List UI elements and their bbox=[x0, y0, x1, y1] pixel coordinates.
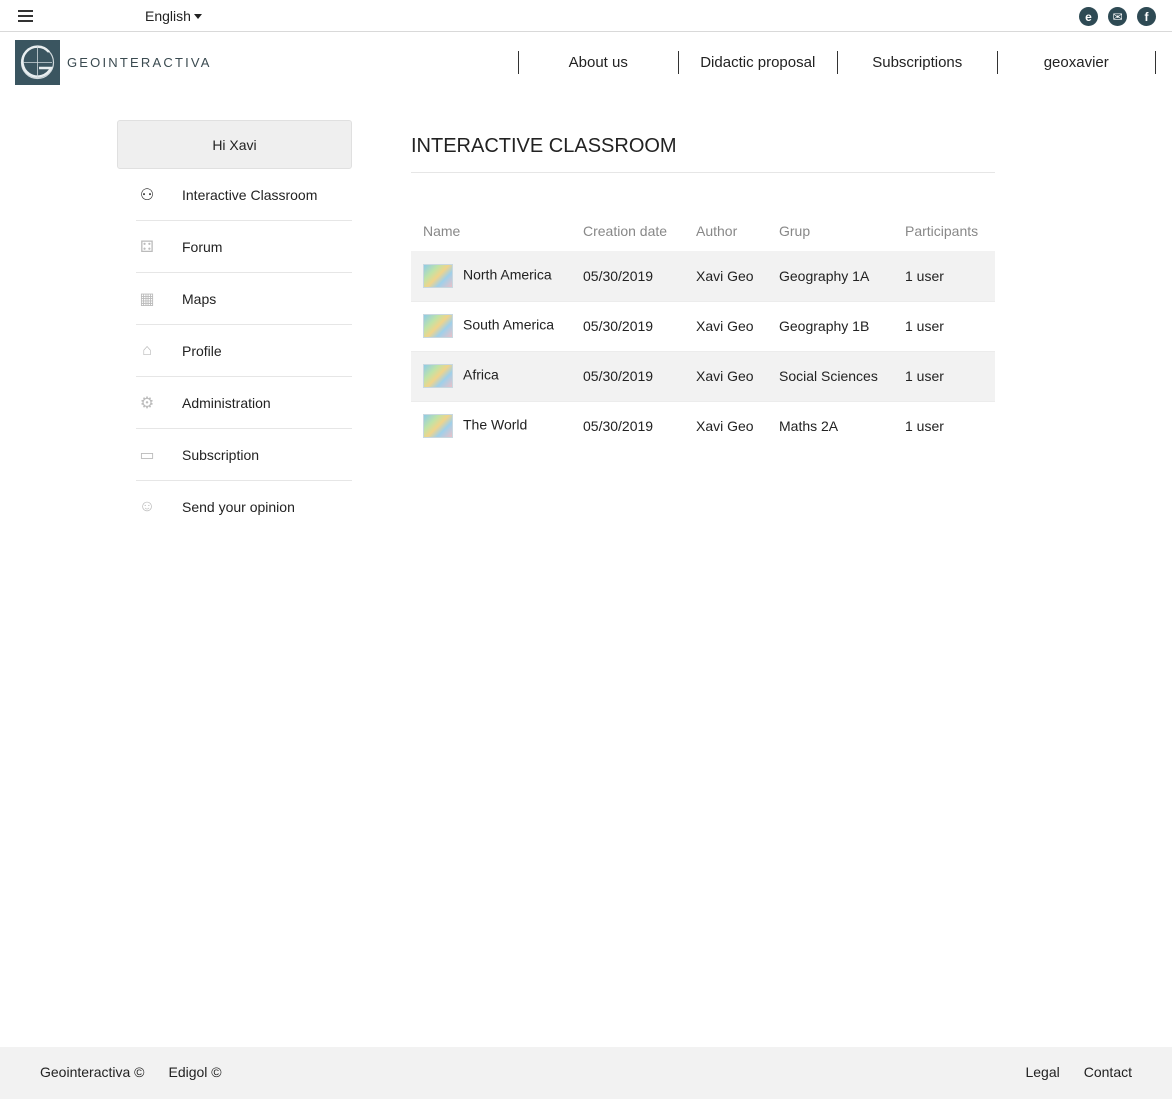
map-thumbnail-icon bbox=[423, 414, 453, 439]
main-nav: About us Didactic proposal Subscriptions… bbox=[518, 51, 1156, 74]
cell-name[interactable]: The World bbox=[411, 401, 571, 451]
e-icon[interactable]: e bbox=[1079, 7, 1098, 26]
cell-group: Social Sciences bbox=[767, 351, 893, 402]
cell-date: 05/30/2019 bbox=[571, 351, 684, 402]
sidebar-item-label: Subscription bbox=[182, 446, 260, 463]
nav-didactic-proposal[interactable]: Didactic proposal bbox=[677, 51, 838, 74]
column-header-group: Grup bbox=[779, 223, 811, 239]
sidebar-item-label: Interactive Classroom bbox=[182, 186, 318, 203]
footer-link-geointeractiva[interactable]: Geointeractiva © bbox=[40, 1064, 144, 1080]
cell-author: Xavi Geo bbox=[684, 301, 767, 352]
cell-name[interactable]: South America bbox=[411, 301, 571, 352]
logo-mark-icon bbox=[15, 40, 60, 85]
sidebar-item-label: Maps bbox=[182, 290, 217, 307]
caret-down-icon bbox=[193, 13, 202, 19]
cell-participants: 1 user bbox=[893, 351, 995, 402]
column-header-name: Name bbox=[423, 223, 461, 239]
table-row[interactable]: North America 05/30/2019 Xavi Geo Geogra… bbox=[411, 251, 995, 302]
user-greeting: Hi Xavi bbox=[117, 120, 352, 169]
cell-group: Geography 1A bbox=[767, 251, 893, 302]
table-header-row: Name Creation date Author Grup Participa… bbox=[411, 211, 995, 251]
footer-link-legal[interactable]: Legal bbox=[1025, 1064, 1059, 1080]
table-row[interactable]: Africa 05/30/2019 Xavi Geo Social Scienc… bbox=[411, 351, 995, 402]
nav-subscriptions[interactable]: Subscriptions bbox=[837, 51, 997, 74]
logo[interactable]: GEOINTERACTIVA bbox=[15, 40, 212, 85]
gear-icon: ⚙ bbox=[139, 394, 155, 412]
sidebar: Hi Xavi ⚇ Interactive Classroom ⚃ Forum … bbox=[117, 120, 352, 533]
footer-link-edigol[interactable]: Edigol © bbox=[168, 1064, 221, 1080]
page-title: INTERACTIVE CLASSROOM bbox=[411, 135, 995, 173]
cell-author: Xavi Geo bbox=[684, 351, 767, 402]
sidebar-item-administration[interactable]: ⚙ Administration bbox=[136, 377, 352, 429]
cell-author: Xavi Geo bbox=[696, 418, 754, 435]
social-links: e ✉ f bbox=[1079, 7, 1156, 26]
main-content: INTERACTIVE CLASSROOM Name Creation date… bbox=[411, 120, 995, 451]
column-header-author: Author bbox=[696, 223, 738, 239]
column-header-creation-date: Creation date bbox=[583, 223, 668, 239]
mail-icon[interactable]: ✉ bbox=[1108, 7, 1127, 26]
sidebar-item-label: Profile bbox=[182, 342, 222, 359]
facebook-icon[interactable]: f bbox=[1137, 7, 1156, 26]
classroom-icon: ⚇ bbox=[139, 186, 155, 204]
sidebar-menu: ⚇ Interactive Classroom ⚃ Forum ▦ Maps ⌂… bbox=[136, 169, 352, 533]
classroom-table: Name Creation date Author Grup Participa… bbox=[411, 211, 995, 451]
sidebar-item-label: Administration bbox=[182, 394, 271, 411]
sidebar-item-label: Forum bbox=[182, 238, 223, 255]
cell-name[interactable]: Africa bbox=[411, 351, 571, 402]
cell-participants: 1 user bbox=[893, 251, 995, 302]
cell-group: Maths 2A bbox=[779, 418, 839, 435]
footer-link-contact[interactable]: Contact bbox=[1084, 1064, 1132, 1080]
smile-icon: ☺ bbox=[138, 498, 156, 515]
cell-participants: 1 user bbox=[893, 301, 995, 352]
cell-participants: 1 user bbox=[905, 418, 944, 435]
sidebar-item-interactive-classroom[interactable]: ⚇ Interactive Classroom bbox=[136, 169, 352, 221]
cell-date: 05/30/2019 bbox=[571, 251, 684, 302]
map-thumbnail-icon bbox=[423, 364, 453, 388]
sidebar-item-label: Send your opinion bbox=[182, 499, 295, 515]
footer-right: Legal Contact bbox=[1025, 1064, 1132, 1080]
card-icon: ▭ bbox=[139, 446, 155, 464]
nav-about-us[interactable]: About us bbox=[518, 51, 678, 74]
sidebar-item-forum[interactable]: ⚃ Forum bbox=[136, 221, 352, 273]
classroom-name: South America bbox=[463, 316, 555, 333]
top-bar: English e ✉ f bbox=[0, 0, 1172, 32]
column-header-participants: Participants bbox=[905, 223, 979, 239]
table-row[interactable]: South America 05/30/2019 Xavi Geo Geogra… bbox=[411, 301, 995, 352]
classroom-name: Africa bbox=[463, 366, 499, 383]
logo-text: GEOINTERACTIVA bbox=[67, 55, 212, 70]
table-row[interactable]: The World 05/30/2019 Xavi Geo Maths 2A 1… bbox=[411, 401, 995, 451]
cell-date: 05/30/2019 bbox=[583, 418, 654, 435]
language-label: English bbox=[145, 8, 191, 24]
footer: Geointeractiva © Edigol © Legal Contact bbox=[0, 1047, 1172, 1099]
cell-date: 05/30/2019 bbox=[571, 301, 684, 352]
sidebar-item-maps[interactable]: ▦ Maps bbox=[136, 273, 352, 325]
cell-name[interactable]: North America bbox=[411, 251, 571, 302]
sidebar-item-send-opinion[interactable]: ☺ Send your opinion bbox=[136, 481, 352, 533]
sidebar-item-profile[interactable]: ⌂ Profile bbox=[136, 325, 352, 377]
sidebar-item-subscription[interactable]: ▭ Subscription bbox=[136, 429, 352, 481]
forum-icon: ⚃ bbox=[140, 238, 154, 256]
home-icon: ⌂ bbox=[142, 341, 152, 359]
map-thumbnail-icon bbox=[423, 314, 453, 338]
footer-left: Geointeractiva © Edigol © bbox=[40, 1064, 222, 1080]
classroom-name: The World bbox=[463, 416, 528, 433]
cell-author: Xavi Geo bbox=[684, 251, 767, 302]
map-thumbnail-icon bbox=[423, 263, 453, 288]
nav-user-account[interactable]: geoxavier bbox=[996, 51, 1156, 74]
maps-icon: ▦ bbox=[139, 290, 155, 308]
classroom-name: North America bbox=[463, 266, 552, 283]
cell-group: Geography 1B bbox=[767, 301, 893, 352]
hamburger-menu-icon[interactable] bbox=[18, 10, 33, 22]
language-selector[interactable]: English bbox=[145, 8, 202, 24]
